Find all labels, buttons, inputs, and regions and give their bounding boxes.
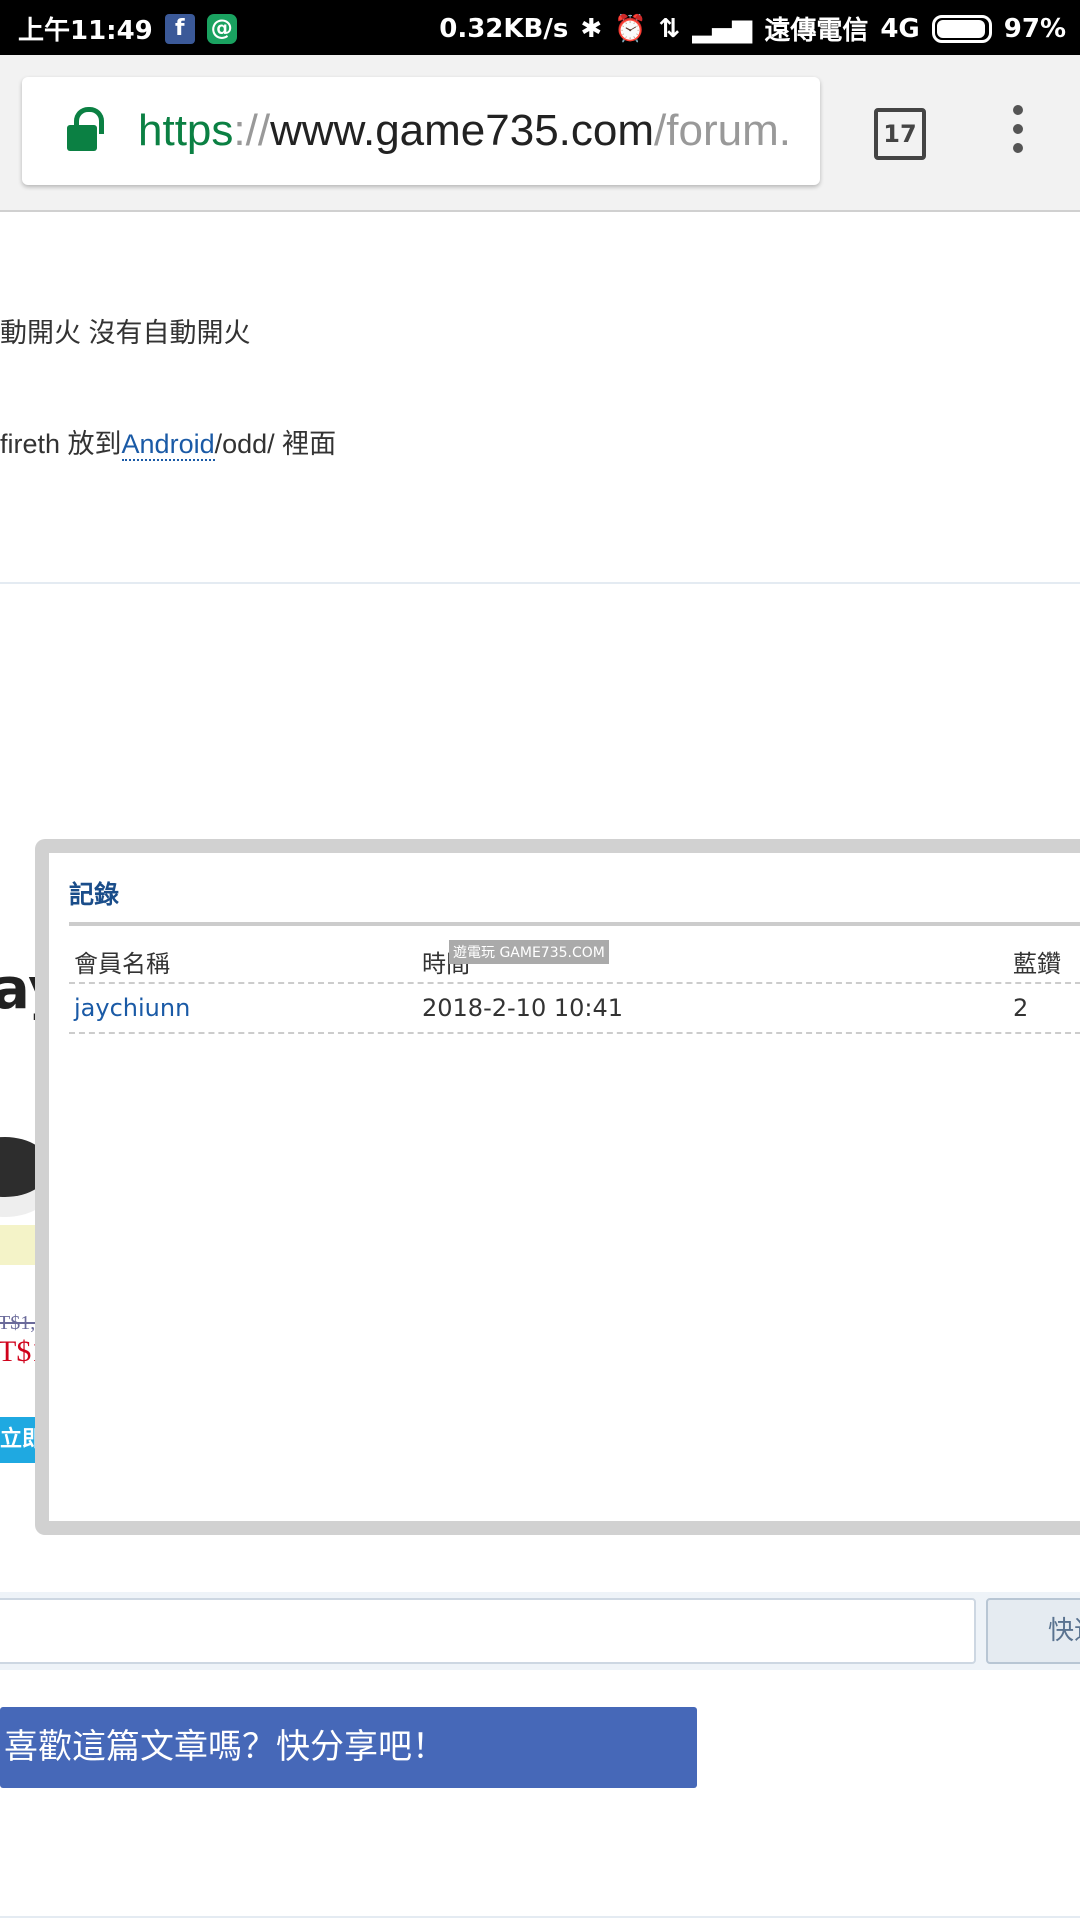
- member-link[interactable]: jaychiunn: [74, 994, 190, 1022]
- post-divider: [0, 582, 1080, 584]
- post-text-line: fireth 放到Android/odd/ 裡面: [0, 429, 337, 461]
- facebook-icon: f: [164, 13, 195, 44]
- lock-icon: [60, 101, 120, 161]
- quick-reply-input[interactable]: [0, 1598, 976, 1664]
- network-speed: 0.32KB/s: [439, 13, 569, 44]
- battery-icon: [931, 14, 992, 43]
- data-transfer-icon: ⇅: [658, 13, 681, 44]
- footer-divider: [0, 1916, 1080, 1918]
- column-header-amount: 藍鑽: [1013, 950, 1061, 978]
- browser-toolbar: https://www.game735.com/forum. 17: [0, 55, 1080, 212]
- watermark: 遊電玩 GAME735.COM: [449, 940, 609, 964]
- overflow-menu-icon[interactable]: [1008, 105, 1028, 161]
- carrier-name: 遠傳電信: [764, 16, 869, 46]
- popup-title: 記錄: [69, 880, 120, 909]
- android-link[interactable]: Android: [121, 429, 215, 461]
- table-header-row: 會員名稱 時間 遊電玩 GAME735.COM 藍鑽: [69, 932, 1080, 984]
- record-amount: 2: [1013, 994, 1029, 1022]
- bluetooth-icon: ✱: [580, 13, 603, 44]
- column-header-member: 會員名稱: [74, 950, 170, 978]
- status-bar: 上午11:49 f @ 0.32KB/s ✱ ⏰ ⇅ ▂▄▆ 遠傳電信 4G 9…: [0, 0, 1080, 55]
- alarm-icon: ⏰: [614, 13, 647, 44]
- record-time: 2018-2-10 10:41: [422, 994, 623, 1022]
- quick-reply-button[interactable]: 快速: [986, 1598, 1080, 1664]
- signal-icon: ▂▄▆: [692, 13, 753, 44]
- tab-switcher-button[interactable]: 17: [874, 108, 926, 160]
- quick-reply-bar: 快速: [0, 1592, 1080, 1670]
- status-time: 上午11:49: [18, 16, 153, 46]
- share-banner-button[interactable]: 喜歡這篇文章嗎？快分享吧！: [0, 1707, 697, 1788]
- page-content: 動開火 沒有自動開火 fireth 放到Android/odd/ 裡面 ay T…: [0, 212, 1080, 1920]
- chat-app-icon: @: [206, 13, 237, 44]
- battery-percent: 97%: [1003, 13, 1066, 44]
- address-bar[interactable]: https://www.game735.com/forum.: [22, 77, 820, 185]
- table-row: jaychiunn 2018-2-10 10:41 2: [69, 982, 1080, 1034]
- record-popup: 記錄 會員名稱 時間 遊電玩 GAME735.COM 藍鑽 jaychiunn …: [35, 839, 1080, 1535]
- popup-divider: [69, 922, 1080, 926]
- url-text[interactable]: https://www.game735.com/forum.: [138, 106, 791, 156]
- post-text-line: 動開火 沒有自動開火: [0, 318, 251, 348]
- network-type: 4G: [880, 13, 920, 44]
